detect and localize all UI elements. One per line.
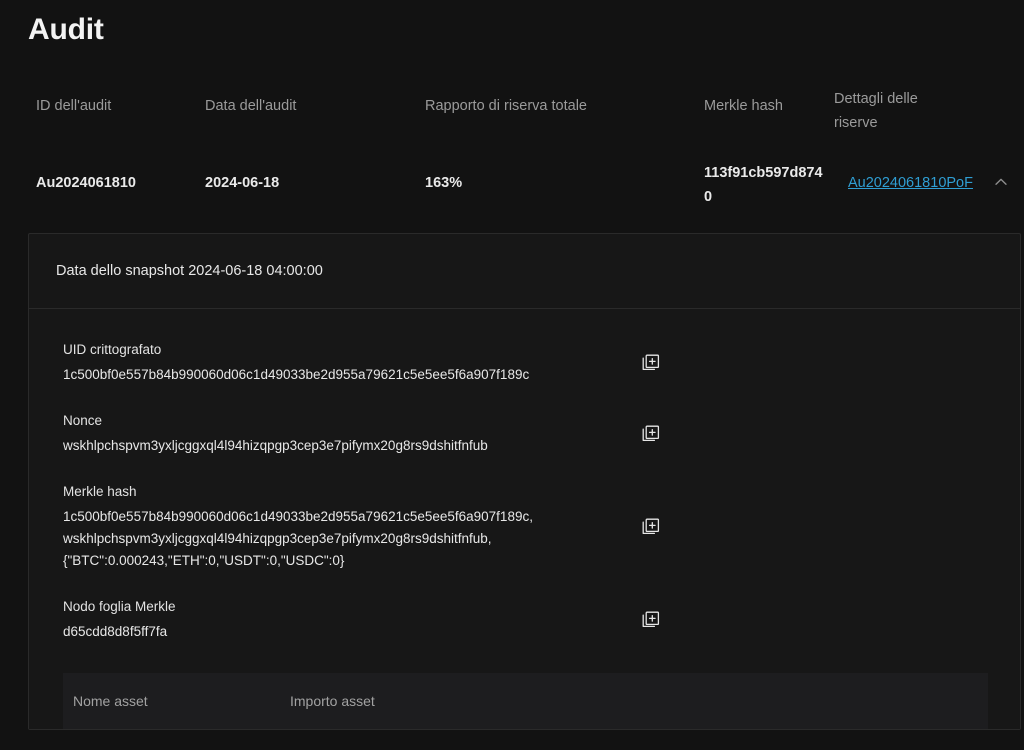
- chevron-up-icon[interactable]: [992, 173, 1010, 191]
- field-label: Nonce: [63, 413, 103, 428]
- column-header-reserve-details: Dettagli delle riserve: [834, 91, 918, 131]
- expanded-reserve-panel: Data dello snapshot 2024-06-18 04:00:00 …: [28, 233, 1021, 730]
- field-value: wskhlpchspvm3yxljcggxql4l94hizqpgp3cep3e…: [63, 435, 623, 457]
- field-merkle-leaf-node: Nodo foglia Merkle d65cdd8d8f5ff7fa: [29, 584, 1020, 655]
- field-label: Merkle hash: [63, 484, 137, 499]
- column-header-asset-name: Nome asset: [73, 693, 148, 709]
- cell-audit-date: 2024-06-18: [205, 175, 280, 191]
- column-header-reserve-ratio: Rapporto di riserva totale: [425, 98, 587, 114]
- field-value: 1c500bf0e557b84b990060d06c1d49033be2d955…: [63, 364, 623, 386]
- cell-merkle-hash: 113f91cb597d8740: [704, 165, 823, 205]
- audit-table: ID dell'audit Data dell'audit Rapporto d…: [0, 75, 1024, 233]
- field-nonce: Nonce wskhlpchspvm3yxljcggxql4l94hizqpgp…: [29, 398, 1020, 469]
- column-header-audit-id: ID dell'audit: [36, 98, 112, 114]
- table-row[interactable]: Au2024061810 2024-06-18 163% 113f91cb597…: [0, 137, 1024, 233]
- field-encrypted-uid: UID crittografato 1c500bf0e557b84b990060…: [29, 327, 1020, 398]
- field-label: UID crittografato: [63, 342, 162, 357]
- column-header-merkle-hash: Merkle hash: [704, 98, 783, 114]
- column-header-asset-amount: Importo asset: [290, 693, 375, 709]
- reserve-details-link[interactable]: Au2024061810PoF: [848, 171, 986, 195]
- page-title: Audit: [28, 13, 104, 46]
- cell-audit-id: Au2024061810: [36, 175, 136, 191]
- field-value-line: wskhlpchspvm3yxljcggxql4l94hizqpgp3cep3e…: [63, 531, 492, 546]
- snapshot-date-label: Data dello snapshot 2024-06-18 04:00:00: [56, 263, 323, 279]
- field-value-line: wskhlpchspvm3yxljcggxql4l94hizqpgp3cep3e…: [63, 438, 488, 453]
- field-value: d65cdd8d8f5ff7fa: [63, 621, 623, 643]
- asset-table-header-row: Nome asset Importo asset: [63, 673, 988, 729]
- copy-icon[interactable]: [641, 517, 661, 537]
- field-value-line: d65cdd8d8f5ff7fa: [63, 624, 168, 639]
- column-header-audit-date: Data dell'audit: [205, 98, 297, 114]
- snapshot-date-bar: Data dello snapshot 2024-06-18 04:00:00: [29, 234, 1020, 309]
- audit-page: Audit ID dell'audit Data dell'audit Rapp…: [0, 0, 1024, 750]
- field-value: 1c500bf0e557b84b990060d06c1d49033be2d955…: [63, 506, 623, 572]
- field-value-line: 1c500bf0e557b84b990060d06c1d49033be2d955…: [63, 509, 533, 524]
- copy-icon[interactable]: [641, 610, 661, 630]
- field-label: Nodo foglia Merkle: [63, 599, 176, 614]
- copy-icon[interactable]: [641, 353, 661, 373]
- asset-table: Nome asset Importo asset: [63, 673, 988, 729]
- cell-reserve-ratio: 163%: [425, 175, 463, 191]
- audit-table-header-row: ID dell'audit Data dell'audit Rapporto d…: [0, 75, 1024, 137]
- field-value-line: {"BTC":0.000243,"ETH":0,"USDT":0,"USDC":…: [63, 553, 345, 568]
- field-value-line: 1c500bf0e557b84b990060d06c1d49033be2d955…: [63, 367, 530, 382]
- copy-icon[interactable]: [641, 424, 661, 444]
- field-merkle-hash: Merkle hash 1c500bf0e557b84b990060d06c1d…: [29, 469, 1020, 584]
- reserve-detail-fields: UID crittografato 1c500bf0e557b84b990060…: [29, 309, 1020, 729]
